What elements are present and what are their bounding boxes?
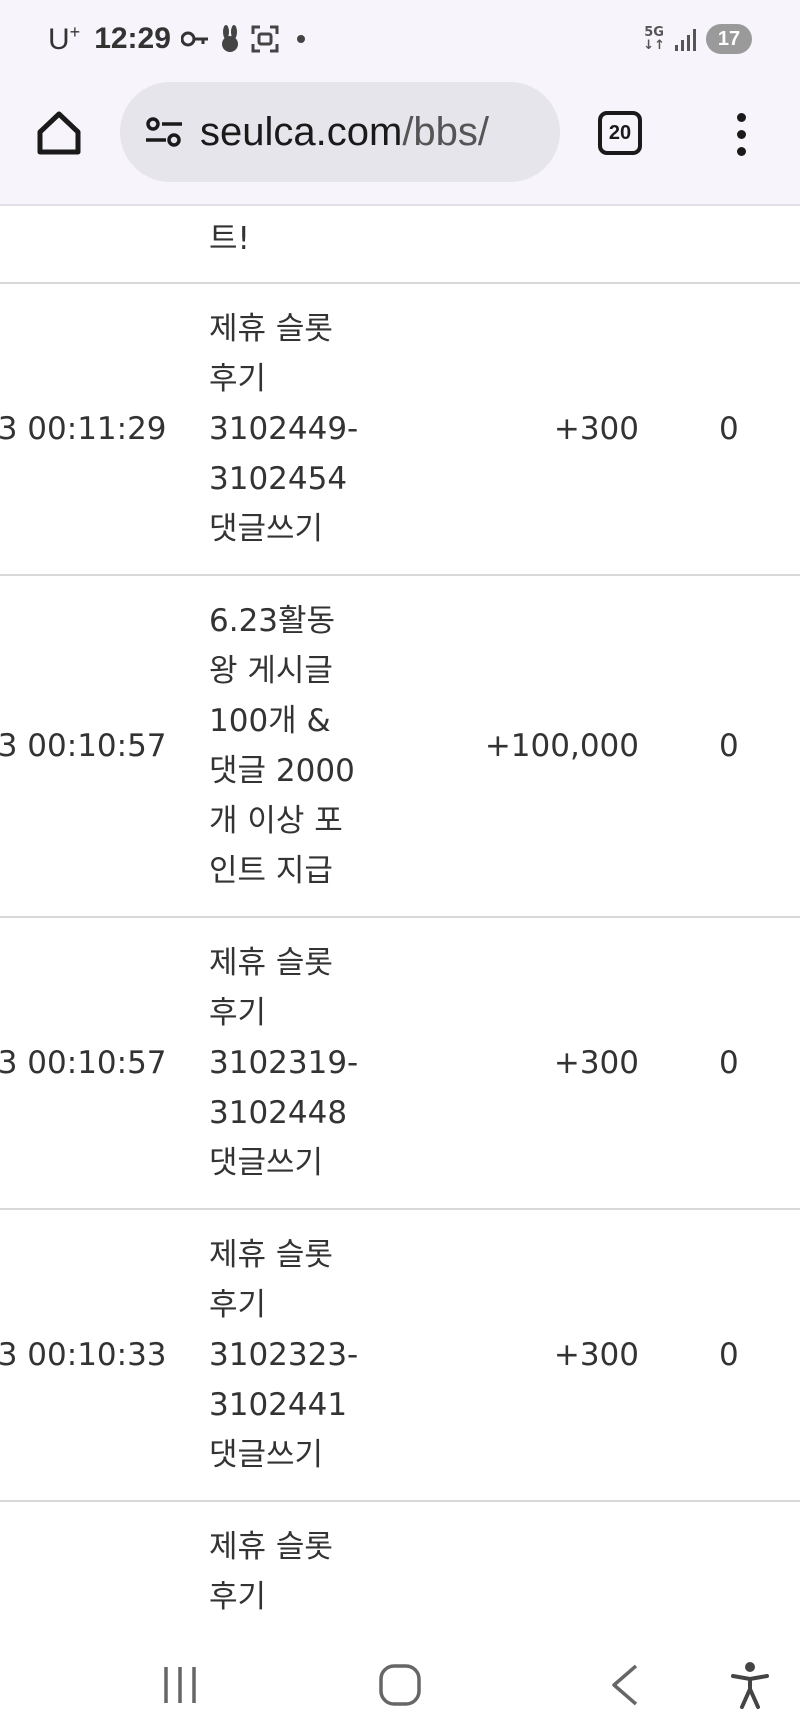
screenshot-icon <box>251 25 279 53</box>
home-icon <box>379 1664 421 1706</box>
table-row: 제휴 슬롯 후기 <box>0 1502 800 1634</box>
battery-icon: 17 <box>706 24 752 54</box>
row-date: 23 00:10:33 <box>0 1337 167 1373</box>
browser-toolbar: seulca.com/bbs/ 20 <box>0 78 800 206</box>
table-row: 23 00:10:33 제휴 슬롯 후기 3102323- 3102441 댓글… <box>0 1210 800 1502</box>
row-content: 트! <box>209 221 250 257</box>
back-button[interactable] <box>595 1660 655 1710</box>
tab-switcher-button[interactable]: 20 <box>598 111 642 155</box>
row-balance: 0 <box>719 1045 739 1081</box>
key-icon <box>180 28 209 50</box>
carrier-label: U+ <box>48 21 81 56</box>
row-point: +300 <box>553 1045 639 1081</box>
point-history-table: 트! 23 00:11:29 제휴 슬롯 후기 3102449- 3102454… <box>0 204 800 1634</box>
row-date: 23 00:10:57 <box>0 728 167 764</box>
network-5g-icon: 5G ↓↑ <box>643 25 665 53</box>
address-bar[interactable]: seulca.com/bbs/ <box>120 82 560 182</box>
recent-apps-icon <box>164 1667 196 1703</box>
more-menu-button[interactable] <box>718 106 764 162</box>
accessibility-button[interactable] <box>720 1660 780 1710</box>
row-point: +300 <box>553 411 639 447</box>
table-row: 트! <box>0 204 800 284</box>
system-home-button[interactable] <box>370 1660 430 1710</box>
rabbit-icon <box>219 25 241 53</box>
status-bar: U+ 12:29 5G ↓↑ 17 <box>0 0 800 78</box>
row-content[interactable]: 제휴 슬롯 후기 <box>209 1522 379 1622</box>
table-row: 23 00:11:29 제휴 슬롯 후기 3102449- 3102454 댓글… <box>0 284 800 576</box>
row-content[interactable]: 제휴 슬롯 후기 3102319- 3102448 댓글쓰기 <box>209 938 379 1188</box>
dot-icon <box>296 35 305 43</box>
url-text[interactable]: seulca.com/bbs/ <box>200 110 550 155</box>
row-content[interactable]: 제휴 슬롯 후기 3102449- 3102454 댓글쓰기 <box>209 304 379 554</box>
navigation-bar <box>0 1634 800 1734</box>
row-balance: 0 <box>719 1337 739 1373</box>
row-point: +300 <box>553 1337 639 1373</box>
row-content[interactable]: 제휴 슬롯 후기 3102323- 3102441 댓글쓰기 <box>209 1230 379 1480</box>
row-balance: 0 <box>719 728 739 764</box>
signal-icon <box>675 27 696 51</box>
row-date: 23 00:10:57 <box>0 1045 167 1081</box>
status-left: U+ 12:29 <box>48 20 305 58</box>
status-right: 5G ↓↑ 17 <box>643 20 752 58</box>
site-settings-icon[interactable] <box>142 110 186 154</box>
row-content[interactable]: 6.23활동 왕 게시글 100개 & 댓글 2000 개 이상 포 인트 지급 <box>209 596 379 896</box>
table-row: 23 00:10:57 6.23활동 왕 게시글 100개 & 댓글 2000 … <box>0 576 800 918</box>
home-icon <box>37 111 81 155</box>
accessibility-icon <box>731 1662 769 1709</box>
status-time: 12:29 <box>94 22 171 55</box>
table-row: 23 00:10:57 제휴 슬롯 후기 3102319- 3102448 댓글… <box>0 918 800 1210</box>
row-date: 23 00:11:29 <box>0 411 167 447</box>
home-button[interactable] <box>30 104 88 162</box>
recent-apps-button[interactable] <box>150 1660 210 1710</box>
row-point: +100,000 <box>484 728 639 764</box>
row-balance: 0 <box>719 411 739 447</box>
back-icon <box>612 1664 638 1706</box>
